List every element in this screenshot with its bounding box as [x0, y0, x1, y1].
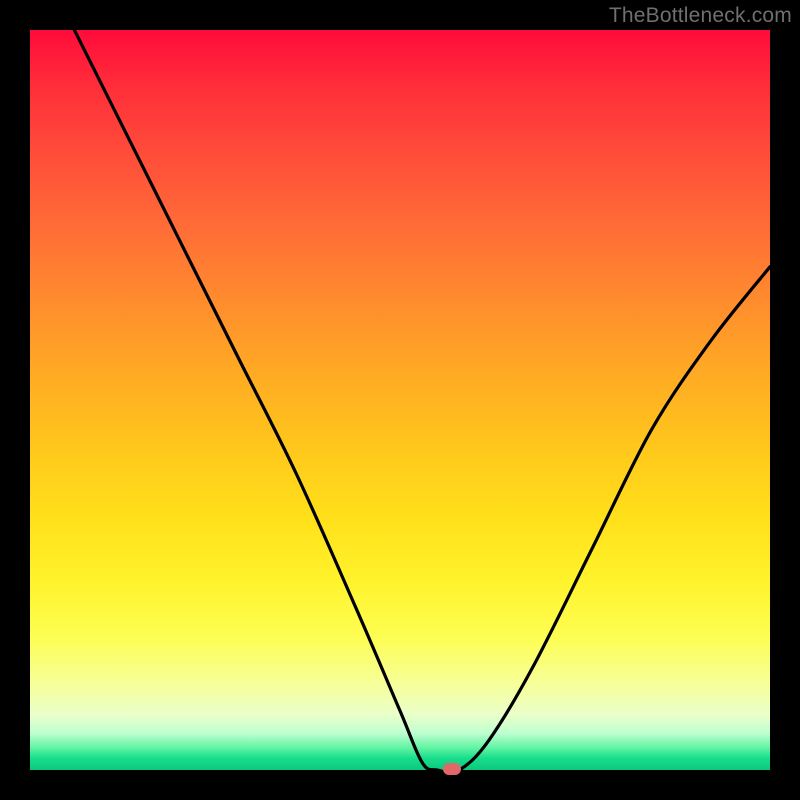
optimal-point-marker [443, 763, 461, 775]
bottleneck-curve [30, 30, 770, 770]
chart-plot-area [30, 30, 770, 770]
watermark-text: TheBottleneck.com [609, 4, 792, 28]
chart-frame: TheBottleneck.com [0, 0, 800, 800]
